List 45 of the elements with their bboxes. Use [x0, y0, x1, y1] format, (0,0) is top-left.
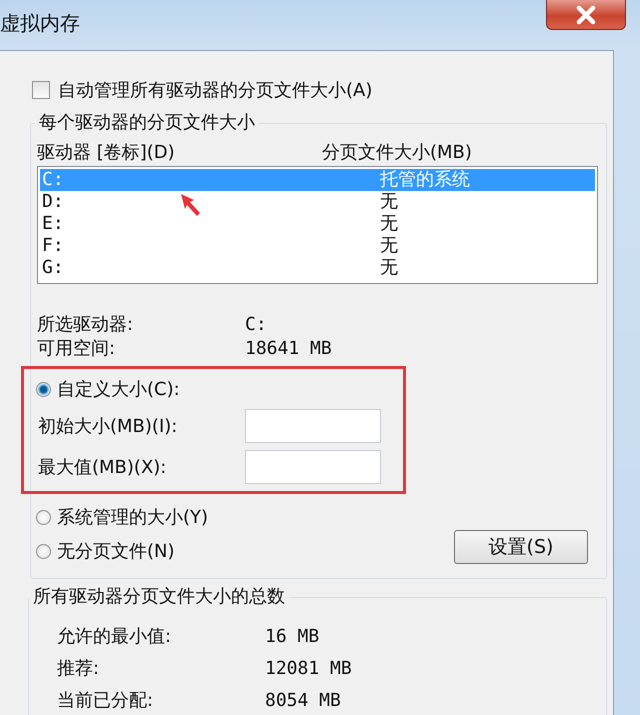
page-file-size: 无 — [380, 191, 398, 213]
input-field[interactable] — [245, 450, 381, 484]
page-file-size: 无 — [380, 257, 398, 279]
total-label: 允许的最小值: — [57, 625, 172, 648]
info-label: 所选驱动器: — [37, 313, 134, 336]
input-field[interactable] — [245, 408, 381, 442]
page-file-size: 无 — [380, 235, 398, 257]
checkbox[interactable] — [32, 81, 50, 99]
group-title: 每个驱动器的分页文件大小 — [35, 112, 259, 134]
page-file-size: 无 — [380, 213, 398, 235]
close-icon — [575, 4, 597, 24]
column-header: 分页文件大小(MB) — [322, 141, 472, 164]
field-label: 初始大小(MB)(I): — [38, 414, 178, 438]
field-label: 最大值(MB)(X): — [38, 456, 168, 478]
total-label: 当前已分配: — [57, 689, 154, 712]
window-title: 虚拟内存 — [0, 10, 80, 37]
drive-letter: G: — [42, 257, 64, 279]
drive-letter: D: — [42, 191, 64, 213]
info-value: C: — [245, 314, 267, 334]
radio-button[interactable] — [36, 544, 51, 558]
total-value: 8054 MB — [265, 690, 341, 710]
set-button[interactable]: 设置(S) — [454, 530, 588, 564]
total-value: 16 MB — [265, 626, 320, 646]
drive-row[interactable]: G: 无 — [40, 257, 595, 279]
page-file-size: 托管的系统 — [380, 169, 470, 191]
drive-letter: F: — [42, 235, 64, 257]
column-header: 驱动器 [卷标](D) — [37, 141, 176, 164]
radio-label: 自定义大小(C): — [57, 378, 180, 401]
radio-button[interactable] — [36, 510, 51, 524]
drive-row[interactable]: F: 无 — [40, 235, 595, 257]
group-title: 所有驱动器分页文件大小的总数 — [29, 586, 289, 608]
drive-letter: C: — [42, 169, 64, 191]
radio-label: 系统管理的大小(Y) — [57, 506, 208, 529]
info-value: 18641 MB — [245, 338, 332, 358]
close-button[interactable] — [546, 0, 626, 30]
pointer-arrow-icon — [180, 193, 202, 217]
drive-row[interactable]: E: 无 — [40, 213, 595, 235]
total-label: 推荐: — [57, 657, 100, 680]
radio-button[interactable] — [36, 382, 51, 396]
radio-label: 无分页文件(N) — [57, 540, 175, 563]
drive-row[interactable]: D: 无 — [40, 191, 595, 213]
drive-letter: E: — [42, 213, 64, 235]
total-value: 12081 MB — [265, 658, 352, 678]
info-label: 可用空间: — [37, 337, 116, 360]
checkbox-label: 自动管理所有驱动器的分页文件大小(A) — [58, 79, 372, 102]
